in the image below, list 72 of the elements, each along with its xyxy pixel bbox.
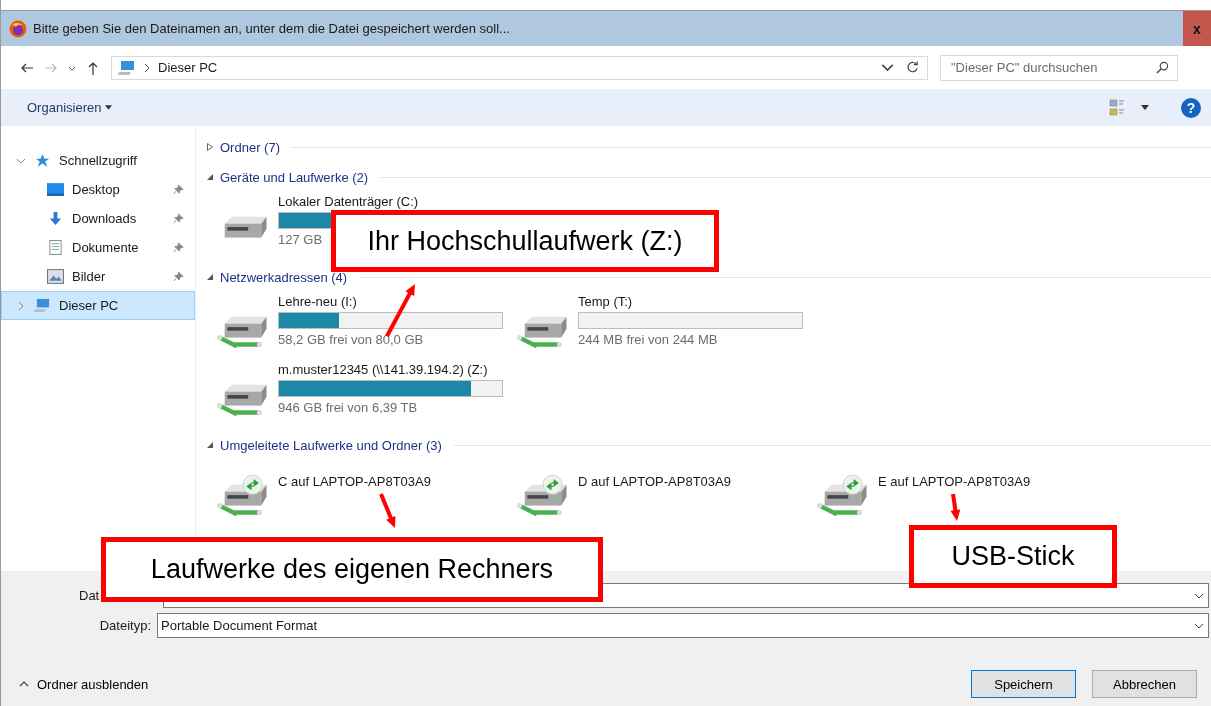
computer-icon xyxy=(118,59,136,76)
drive-name: Lehre-neu (I:) xyxy=(278,294,357,309)
drive-name: E auf LAPTOP-AP8T03A9 xyxy=(878,474,1031,489)
group-header[interactable]: Geräte und Laufwerke (2) xyxy=(220,169,369,185)
browser-logo-icon xyxy=(9,19,27,38)
drive-name: D auf LAPTOP-AP8T03A9 xyxy=(578,474,731,489)
redirected-drive-icon xyxy=(816,474,870,518)
chevron-right-icon[interactable] xyxy=(16,300,26,311)
drive-name: m.muster12345 (\\141.39.194.2) (Z:) xyxy=(278,362,488,377)
drive-name: C auf LAPTOP-AP8T03A9 xyxy=(278,474,431,489)
drive-item[interactable]: Temp (T:) 244 MB frei von 244 MB xyxy=(516,294,816,350)
star-icon xyxy=(34,153,51,168)
drive-item[interactable]: Lehre-neu (I:) 58,2 GB frei von 80,0 GB xyxy=(216,294,516,350)
callout-tooltip: USB-Stick xyxy=(909,525,1117,588)
path-text: Dieser PC xyxy=(158,60,218,75)
search-field[interactable]: "Dieser PC" durchsuchen xyxy=(940,54,1178,81)
redirected-drive-icon xyxy=(516,474,570,518)
filetype-dropdown[interactable]: Portable Document Format xyxy=(157,613,1209,638)
picture-icon xyxy=(47,269,64,284)
cancel-button[interactable]: Abbrechen xyxy=(1092,670,1197,698)
triangle-down-icon[interactable] xyxy=(206,173,214,181)
pin-icon[interactable] xyxy=(173,242,184,253)
sidebar-item[interactable]: Dieser PC xyxy=(1,291,195,320)
sidebar-item[interactable]: Downloads xyxy=(1,204,195,233)
computer-icon xyxy=(34,298,51,313)
document-icon xyxy=(47,240,64,255)
drive-name: Temp (T:) xyxy=(578,294,633,309)
save-button[interactable]: Speichern xyxy=(971,670,1076,698)
callout-tooltip: Laufwerke des eigenen Rechners xyxy=(101,537,603,602)
callout-arrow xyxy=(379,493,396,528)
drive-item[interactable]: D auf LAPTOP-AP8T03A9 xyxy=(516,462,816,518)
sidebar-item[interactable]: Dokumente xyxy=(1,233,195,262)
callout-arrow xyxy=(950,493,961,521)
triangle-down-icon[interactable] xyxy=(206,273,214,281)
sidebar-item[interactable]: Schnellzugriff xyxy=(1,146,195,175)
refresh-icon[interactable] xyxy=(906,61,919,74)
free-space-text: 244 MB frei von 244 MB xyxy=(578,332,718,347)
group-header[interactable]: Ordner (7) xyxy=(220,139,280,155)
drive-item[interactable]: C auf LAPTOP-AP8T03A9 xyxy=(216,462,516,518)
chevron-right-icon xyxy=(144,62,150,73)
monitor-icon xyxy=(47,182,64,197)
pin-icon[interactable] xyxy=(173,271,184,282)
chevron-up-icon xyxy=(19,679,29,689)
drive-item[interactable]: m.muster12345 (\\141.39.194.2) (Z:) 946 GB frei von 6,39 TB xyxy=(216,362,516,418)
caret-icon xyxy=(105,105,113,110)
pin-icon[interactable] xyxy=(173,213,184,224)
search-input[interactable]: "Dieser PC" durchsuchen xyxy=(949,59,1154,76)
address-bar[interactable]: Dieser PC xyxy=(111,55,928,80)
sidebar-item[interactable]: Desktop xyxy=(1,175,195,204)
triangle-right-icon[interactable] xyxy=(206,143,214,151)
callout-tooltip: Ihr Hochschullaufwerk (Z:) xyxy=(331,210,719,272)
drive-name: Lokaler Datenträger (C:) xyxy=(278,194,419,209)
free-space-text: 58,2 GB frei von 80,0 GB xyxy=(278,332,424,347)
callout-arrow xyxy=(385,284,415,337)
triangle-down-icon[interactable] xyxy=(206,441,214,449)
help-icon[interactable]: ? xyxy=(1181,97,1201,118)
group-header[interactable]: Umgeleitete Laufwerke und Ordner (3) xyxy=(220,437,442,453)
hide-folders-button[interactable]: Ordner ausblenden xyxy=(19,676,149,692)
close-button[interactable]: x xyxy=(1183,11,1211,46)
free-space-text: 127 GB xyxy=(278,232,323,247)
group-header[interactable]: Netzwerkadressen (4) xyxy=(220,269,348,285)
free-space-text: 946 GB frei von 6,39 TB xyxy=(278,400,418,415)
field-label: Dat xyxy=(78,588,101,603)
sidebar-item[interactable]: Bilder xyxy=(1,262,195,291)
field-label: Dateityp: xyxy=(98,618,152,633)
search-icon xyxy=(1156,61,1169,74)
organize-menu-button[interactable]: Organisieren xyxy=(23,98,117,117)
pin-icon[interactable] xyxy=(173,184,184,195)
drive-item[interactable]: E auf LAPTOP-AP8T03A9 xyxy=(816,462,1116,518)
window-title: Bitte geben Sie den Dateinamen an, unter dem die Datei gespeichert werden soll... xyxy=(33,21,510,36)
caret-icon[interactable] xyxy=(1141,105,1149,110)
redirected-drive-icon xyxy=(216,474,270,518)
